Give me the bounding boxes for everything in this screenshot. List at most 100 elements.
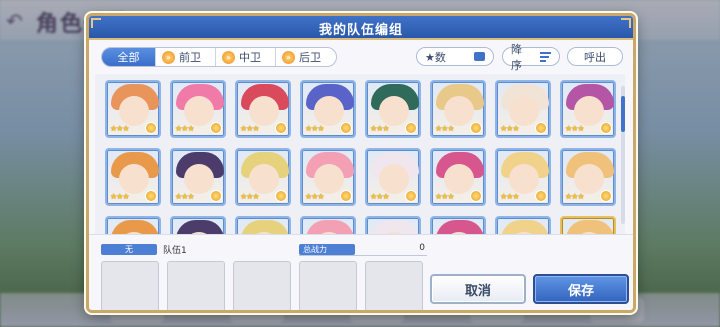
tab-back-label: 后卫: [299, 51, 321, 64]
team-slot-5[interactable]: [365, 261, 423, 310]
team-name-bar: 无 队伍1: [101, 244, 286, 256]
character-portrait-face: [444, 164, 474, 194]
character-card[interactable]: [105, 216, 161, 234]
middle-position-icon: »: [222, 50, 235, 64]
tab-front[interactable]: » 前卫: [156, 48, 216, 66]
character-roster-grid: ★★★ ★★★ ★★★ ★★★ ★★★ ★★★ ★★★ ★★★ ★★★ ★★★ ★★★ ★★★ ★★★ ★…: [95, 74, 625, 234]
team-slot-2[interactable]: [167, 261, 225, 310]
position-badge-icon: [145, 190, 157, 202]
character-card[interactable]: ★★★: [170, 148, 226, 206]
character-card[interactable]: ★★★: [560, 148, 616, 206]
character-card[interactable]: [430, 216, 486, 234]
back-position-icon: »: [282, 50, 295, 64]
character-portrait-face: [379, 96, 409, 126]
sort-order-label: 降序: [511, 42, 522, 72]
star-rating: ★★★: [500, 192, 519, 201]
star-rating: ★★★: [110, 192, 129, 201]
character-card[interactable]: ★★★: [235, 80, 291, 138]
position-badge-icon: [210, 190, 222, 202]
star-rating: ★★★: [175, 124, 194, 133]
character-portrait-face: [184, 96, 214, 126]
character-card[interactable]: [365, 216, 421, 234]
tab-front-label: 前卫: [179, 51, 201, 64]
call-button[interactable]: 呼出: [567, 47, 623, 66]
team-slot-4[interactable]: [299, 261, 357, 310]
position-badge-icon: [340, 190, 352, 202]
position-badge-icon: [405, 122, 417, 134]
star-rating: ★★★: [175, 192, 194, 201]
save-button[interactable]: 保存: [533, 274, 629, 304]
star-rating: ★★★: [500, 124, 519, 133]
character-portrait-face: [119, 96, 149, 126]
character-portrait-face: [249, 164, 279, 194]
position-badge-icon: [145, 122, 157, 134]
position-badge-icon: [275, 122, 287, 134]
character-card[interactable]: ★★★: [495, 148, 551, 206]
character-card[interactable]: ★★★: [430, 80, 486, 138]
character-card[interactable]: ★★★: [430, 148, 486, 206]
star-rating: ★★★: [565, 192, 584, 201]
team-slot-1[interactable]: [101, 261, 159, 310]
star-rating: ★★★: [305, 192, 324, 201]
star-rating: ★★★: [240, 192, 259, 201]
position-badge-icon: [210, 122, 222, 134]
total-power-bar: 总战力 0: [299, 243, 427, 256]
sort-key-icon: [474, 52, 485, 61]
sort-key-label: ★数: [425, 50, 446, 64]
character-card[interactable]: ★★★: [235, 148, 291, 206]
character-portrait-face: [574, 96, 604, 126]
team-edit-dialog: 我的队伍编组 全部 » 前卫 » 中卫 » 后卫 ★数 降序 呼出 ★★★ ★★★…: [86, 13, 636, 313]
roster-scroll-thumb[interactable]: [621, 96, 625, 132]
character-card[interactable]: ★★★: [105, 80, 161, 138]
tab-middle[interactable]: » 中卫: [216, 48, 276, 66]
character-card[interactable]: ★★★: [495, 80, 551, 138]
star-rating: ★★★: [240, 124, 259, 133]
character-portrait-face: [314, 164, 344, 194]
character-portrait-face: [184, 164, 214, 194]
position-badge-icon: [470, 122, 482, 134]
position-badge-icon: [535, 122, 547, 134]
tab-all[interactable]: 全部: [102, 48, 156, 66]
character-portrait-face: [574, 164, 604, 194]
position-badge-icon: [600, 190, 612, 202]
character-portrait-face: [444, 96, 474, 126]
character-card[interactable]: ★★★: [560, 80, 616, 138]
star-rating: ★★★: [370, 124, 389, 133]
team-slot-3[interactable]: [233, 261, 291, 310]
total-power-value: 0: [419, 243, 425, 253]
team-name: 队伍1: [163, 246, 187, 256]
character-card[interactable]: [170, 216, 226, 234]
cancel-button[interactable]: 取消: [430, 274, 526, 304]
character-card[interactable]: ★★★: [300, 148, 356, 206]
front-position-icon: »: [162, 50, 175, 64]
position-badge-icon: [535, 190, 547, 202]
position-badge-icon: [600, 122, 612, 134]
character-card[interactable]: [235, 216, 291, 234]
sort-order-button[interactable]: 降序: [502, 43, 560, 72]
tab-middle-label: 中卫: [239, 51, 261, 64]
character-card[interactable]: [495, 216, 551, 234]
character-portrait-face: [249, 96, 279, 126]
character-portrait-face: [509, 96, 539, 126]
character-card[interactable]: ★★★: [170, 80, 226, 138]
character-card[interactable]: ★★★: [300, 80, 356, 138]
team-position-chip: 无: [101, 244, 157, 255]
character-card[interactable]: ★★★: [365, 80, 421, 138]
star-rating: ★★★: [435, 124, 454, 133]
sort-key-button[interactable]: ★数: [416, 47, 494, 66]
character-card[interactable]: ★★★: [105, 148, 161, 206]
character-card[interactable]: ★★★: [365, 148, 421, 206]
dialog-title: 我的队伍编组: [318, 23, 403, 38]
position-badge-icon: [470, 190, 482, 202]
dialog-title-bar: 我的队伍编组: [89, 16, 633, 40]
position-badge-icon: [340, 122, 352, 134]
position-filter-tabs: 全部 » 前卫 » 中卫 » 后卫: [101, 47, 337, 67]
position-badge-icon: [405, 190, 417, 202]
character-portrait-face: [379, 164, 409, 194]
character-card[interactable]: [560, 216, 616, 234]
star-rating: ★★★: [435, 192, 454, 201]
tab-back[interactable]: » 后卫: [276, 48, 336, 66]
roster-scrollbar[interactable]: [621, 86, 625, 224]
star-rating: ★★★: [370, 192, 389, 201]
character-card[interactable]: [300, 216, 356, 234]
